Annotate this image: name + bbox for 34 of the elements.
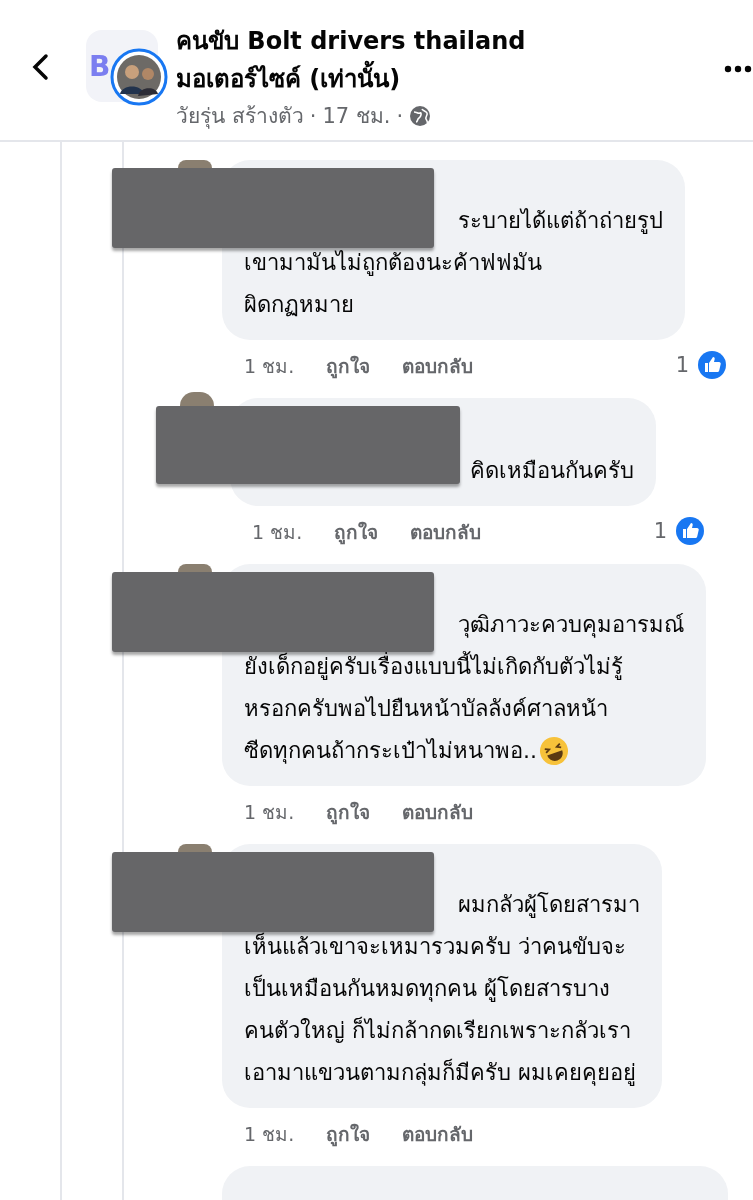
like-link[interactable]: ถูกใจ [326,1119,371,1149]
reaction-count: 1 [653,519,667,543]
reply-link[interactable]: ตอบกลับ [402,351,474,381]
comment-text: ผิดกฏหมาย [244,291,354,319]
comment-text: เห็นแล้วเขาจะเหมารวมครับ ว่าคนขับจะ [244,931,626,961]
comment-text: คิดเหมือนกันครับ [470,457,634,485]
author-name[interactable]: วัยรุ่น สร้างตัว [176,98,304,134]
like-link[interactable]: ถูกใจ [326,351,371,381]
logo-text: B [89,49,111,83]
comment-text: เขามามันไม่ถูกต้องนะค้าฟฟมัน [244,249,542,278]
comment-text: ซีดทุกคนถ้ากระเป๋าไม่หนาพอ.. [244,737,537,766]
group-title[interactable]: มอเตอร์ไซค์ (เท่านั้น) [176,60,526,98]
comment-text: ยังเด็กอยู่ครับเรื่องแบบนี้ไม่เกิดกับตัวไม่รู้ [244,646,623,688]
comment-text: หรอกครับพอไปยืนหน้าบัลลังค์ศาลหน้า [244,695,608,723]
comment-time: 1 ชม. [244,800,295,825]
reply-link[interactable]: ตอบกลับ [410,517,482,547]
like-link[interactable]: ถูกใจ [326,797,371,827]
comment-text: ผมกลัวผู้โดยสารมา [458,891,640,920]
reaction-count: 1 [675,353,689,377]
comment-time: 1 ชม. [252,520,303,545]
comment-text: ระบายได้แต่ถ้าถ่ายรูป [458,207,663,236]
group-title[interactable]: คนขับ Bolt drivers thailand [176,22,526,60]
comment-text: คนตัวใหญ่ ก็ไม่กล้ากดเรียกเพราะกลัวเรา [244,1015,631,1045]
comment-text: วุฒิภาวะควบคุมอารมณ์ [458,611,684,640]
comment-text: เป็นเหมือนกันหมดทุกคน ผู้โดยสารบาง [244,973,610,1004]
separator-dot: · [309,103,317,130]
comment-time: 1 ชม. [244,354,295,379]
like-link[interactable]: ถูกใจ [334,517,379,547]
post-time: 17 ชม. [322,103,391,130]
separator-dot: · [396,103,404,130]
comment-text: เอามาแขวนตามกลุ่มก็มีครับ ผมเคยคุยอยู่ [244,1057,636,1088]
comment-time: 1 ชม. [244,1122,295,1147]
reply-link[interactable]: ตอบกลับ [402,797,474,827]
reply-link[interactable]: ตอบกลับ [402,1119,474,1149]
